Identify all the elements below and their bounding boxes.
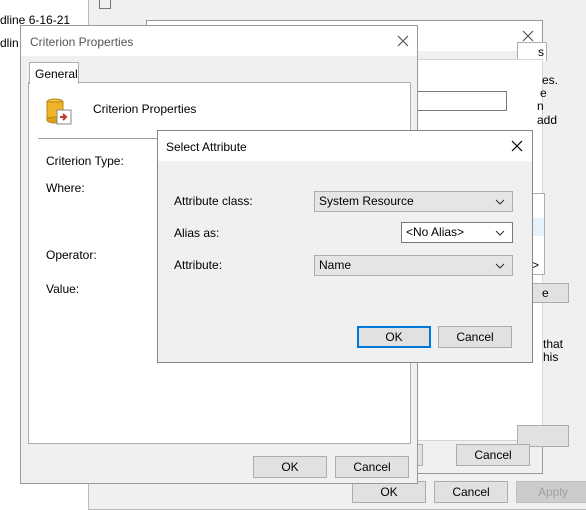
select-attribute-ok-button[interactable]: OK: [357, 326, 431, 348]
attribute-class-select[interactable]: System Resource: [314, 191, 513, 212]
close-icon[interactable]: [510, 139, 524, 153]
close-icon[interactable]: [521, 29, 535, 43]
chevron-down-icon: [495, 230, 505, 236]
back-dialog-side-button-label: e: [542, 286, 549, 300]
select-attribute-cancel-button[interactable]: Cancel: [438, 326, 512, 348]
criterion-cancel-button[interactable]: Cancel: [335, 456, 409, 478]
back-dialog-text-3: n add: [537, 99, 558, 127]
back-dialog-text-2: e: [540, 86, 547, 100]
back-dialog-text-4: that: [543, 337, 564, 351]
criterion-type-label: Criterion Type:: [46, 154, 124, 168]
back-dialog-text-5: his: [543, 350, 559, 364]
main-ok-button[interactable]: OK: [352, 481, 426, 503]
operator-label: Operator:: [46, 248, 97, 262]
select-attribute-dialog: Select Attribute Attribute class: System…: [157, 130, 533, 363]
criterion-ok-button[interactable]: OK: [253, 456, 327, 478]
tab-general[interactable]: General: [29, 62, 79, 84]
main-apply-button[interactable]: Apply: [516, 481, 586, 503]
attribute-class-value: System Resource: [319, 194, 414, 208]
back-dialog-tab-label: s: [538, 45, 544, 59]
back-dialog-input[interactable]: [415, 91, 507, 111]
criterion-title: Criterion Properties: [30, 35, 134, 49]
main-cancel-button[interactable]: Cancel: [434, 481, 508, 503]
back-dialog-text-1: es.: [542, 73, 559, 87]
tab-general-label: General: [35, 67, 78, 81]
criterion-header-text: Criterion Properties: [93, 102, 197, 116]
attribute-value: Name: [319, 258, 352, 272]
chevron-down-icon: [495, 199, 505, 205]
value-label: Value:: [46, 282, 80, 296]
back-dialog-cancel-button[interactable]: Cancel: [456, 444, 530, 466]
where-label: Where:: [46, 181, 85, 195]
attribute-select[interactable]: Name: [314, 255, 513, 276]
attribute-label: Attribute:: [174, 258, 223, 272]
attribute-class-label: Attribute class:: [174, 194, 253, 208]
list-scroll-right[interactable]: >: [532, 258, 539, 272]
main-window-top-icon: [99, 0, 111, 9]
alias-value: <No Alias>: [406, 225, 465, 239]
select-attribute-title: Select Attribute: [166, 140, 247, 154]
background-text-2: dlin: [0, 36, 19, 50]
alias-select[interactable]: <No Alias>: [401, 222, 513, 243]
alias-label: Alias as:: [174, 226, 220, 240]
chevron-down-icon: [495, 263, 505, 269]
close-icon[interactable]: [396, 34, 410, 48]
criterion-database-icon: [46, 98, 72, 125]
